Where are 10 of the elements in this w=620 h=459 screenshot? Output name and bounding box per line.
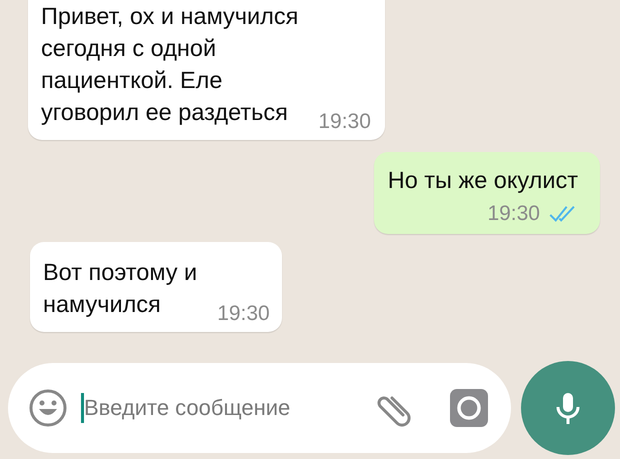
message-text: Вот поэтому и намучился	[43, 258, 198, 319]
message-time: 19:30	[217, 302, 270, 326]
message-time: 19:30	[318, 110, 371, 134]
message-time: 19:30	[487, 202, 540, 226]
message-text: Но ты же окулист	[388, 166, 578, 195]
text-cursor	[81, 393, 84, 423]
emoji-icon[interactable]	[28, 388, 68, 428]
message-field[interactable]: Введите сообщение	[84, 395, 373, 421]
message-text: Привет, ох и намучился сегодня с одной пациенткой. Еле уговорил ее раздеться	[41, 2, 298, 127]
camera-icon[interactable]	[449, 388, 489, 428]
